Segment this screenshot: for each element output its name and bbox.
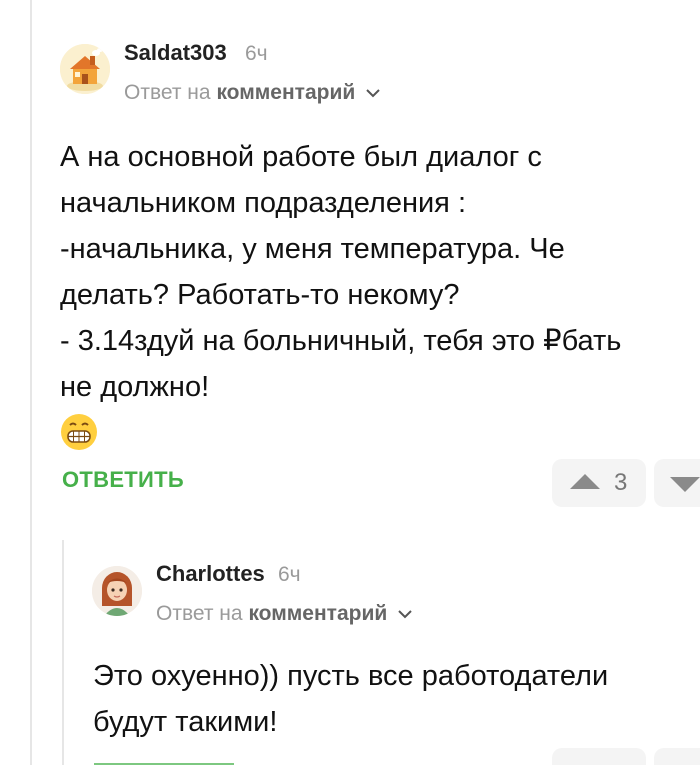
upvote-button[interactable] [552, 748, 646, 765]
arrow-up-icon [570, 474, 600, 489]
comment-time: 6ч [278, 563, 301, 586]
comment-time: 6ч [245, 42, 268, 65]
reply-button[interactable] [94, 756, 234, 765]
username[interactable]: Charlottes [156, 561, 265, 587]
chevron-down-icon [397, 602, 413, 626]
comment-text-line: начальником подразделения : [60, 187, 466, 219]
reply-prefix: Ответ на [156, 602, 243, 625]
arrow-down-icon [670, 477, 700, 492]
upvote-button[interactable]: 3 [552, 459, 646, 507]
comment-text-line: - 3.14здуй на больничный, тебя это ₽бать [60, 325, 622, 357]
thread-rail [30, 0, 32, 765]
comment-text-line: будут такими! [93, 706, 278, 738]
grinning-face-emoji-icon [60, 413, 98, 451]
comment-text: А на основной работе был диалог с началь… [60, 134, 621, 410]
username[interactable]: Saldat303 [124, 40, 227, 66]
reply-target: комментарий [216, 81, 356, 104]
reply-target: комментарий [248, 602, 388, 625]
comment-text-line: А на основной работе был диалог с [60, 141, 542, 173]
reply-prefix: Ответ на [124, 81, 211, 104]
girl-avatar-icon [92, 566, 142, 616]
vote-count: 3 [614, 469, 628, 496]
comment-text-line: -начальника, у меня температура. Че [60, 233, 565, 265]
downvote-button[interactable] [654, 459, 700, 507]
house-avatar-icon [60, 44, 110, 94]
chevron-down-icon [365, 81, 381, 105]
reply-thread-rail [62, 540, 64, 765]
reply-to[interactable]: Ответ на комментарий [156, 602, 413, 626]
comment-text-line: делать? Работать-то некому? [60, 279, 460, 311]
comment-text: Это охуенно)) пусть все работодатели буд… [93, 653, 608, 745]
user-avatar[interactable] [92, 566, 142, 616]
downvote-button[interactable] [654, 748, 700, 765]
reply-to[interactable]: Ответ на комментарий [124, 81, 381, 105]
reply-button[interactable]: ОТВЕТИТЬ [62, 467, 184, 493]
comment-text-line: Это охуенно)) пусть все работодатели [93, 660, 609, 692]
comment-text-line: не должно! [60, 371, 210, 403]
user-avatar[interactable] [60, 44, 110, 94]
